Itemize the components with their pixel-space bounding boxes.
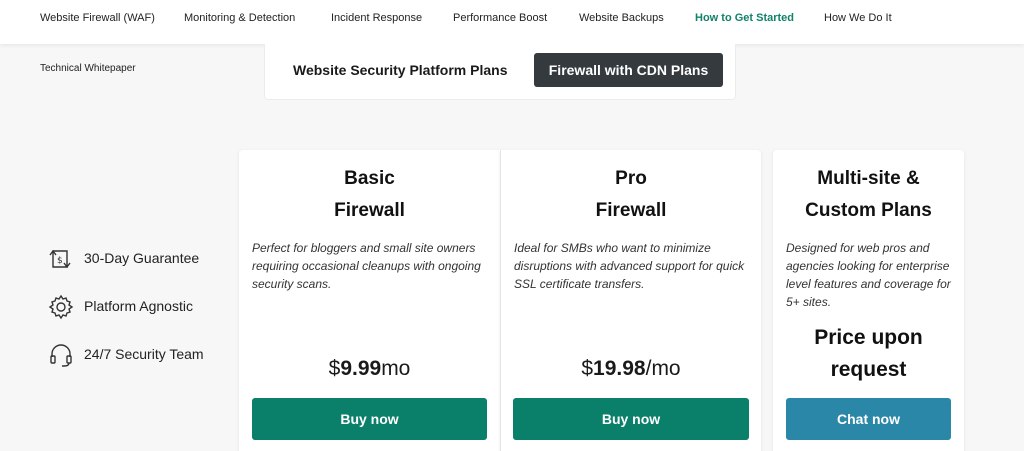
- plan-card-basic-firewall: Basic Firewall Perfect for bloggers and …: [239, 150, 500, 451]
- plan-title-line2: Firewall: [595, 200, 667, 221]
- plan-title-line2: Firewall: [334, 200, 405, 221]
- nav-item-how-to-get-started[interactable]: How to Get Started: [695, 12, 794, 24]
- buy-now-button[interactable]: Buy now: [252, 398, 487, 440]
- plan-description: Designed for web pros and agencies looki…: [786, 241, 951, 309]
- plan-title: Basic Firewall: [239, 163, 500, 227]
- tab-website-security-platform-plans[interactable]: Website Security Platform Plans: [293, 62, 507, 78]
- plan-type-toggle: Website Security Platform Plans Firewall…: [264, 44, 736, 100]
- buy-now-button[interactable]: Buy now: [513, 398, 749, 440]
- nav-item-website-firewall[interactable]: Website Firewall (WAF): [40, 12, 155, 24]
- plan-description: Ideal for SMBs who want to minimize disr…: [514, 241, 745, 291]
- plan-title-line2: Custom Plans: [805, 200, 932, 221]
- plan-title: Multi-site & Custom Plans: [773, 163, 964, 227]
- nav-item-monitoring-detection[interactable]: Monitoring & Detection: [184, 12, 295, 24]
- price-line2: request: [830, 358, 907, 381]
- plan-price: $19.98/mo: [501, 357, 761, 381]
- nav-item-how-we-do-it[interactable]: How We Do It: [824, 12, 892, 24]
- feature-label: 24/7 Security Team: [84, 346, 204, 362]
- svg-text:$: $: [57, 256, 63, 266]
- nav-item-website-backups[interactable]: Website Backups: [579, 12, 664, 24]
- gear-icon: [48, 294, 74, 320]
- plan-title: Pro Firewall: [501, 163, 761, 227]
- feature-item: Platform Agnostic: [48, 294, 228, 320]
- headset-icon: [48, 342, 74, 368]
- price-currency: $: [581, 357, 594, 380]
- plan-title-line1: Multi-site &: [817, 168, 920, 189]
- plan-price: Price upon request: [773, 322, 964, 386]
- price-amount: 9.99: [340, 357, 382, 380]
- feature-item: 24/7 Security Team: [48, 342, 228, 368]
- chat-now-button[interactable]: Chat now: [786, 398, 951, 440]
- price-currency: $: [328, 357, 341, 380]
- plan-card-pro-firewall: Pro Firewall Ideal for SMBs who want to …: [500, 150, 761, 451]
- plan-card-multi-site-custom: Multi-site & Custom Plans Designed for w…: [773, 150, 964, 451]
- money-back-icon: $: [48, 246, 74, 272]
- top-navigation: Website Firewall (WAF) Monitoring & Dete…: [0, 0, 1024, 44]
- plan-title-line1: Basic: [344, 168, 395, 189]
- plan-price: $9.99mo: [239, 357, 500, 381]
- nav-item-incident-response[interactable]: Incident Response: [331, 12, 422, 24]
- price-amount: 19.98: [593, 357, 646, 380]
- feature-label: 30-Day Guarantee: [84, 250, 200, 266]
- feature-label: Platform Agnostic: [84, 298, 193, 314]
- price-line1: Price upon: [814, 326, 923, 349]
- feature-item: $ 30-Day Guarantee: [48, 246, 228, 272]
- price-period: mo: [381, 357, 411, 380]
- plan-title-line1: Pro: [615, 168, 647, 189]
- price-period: /mo: [645, 357, 681, 380]
- nav-item-performance-boost[interactable]: Performance Boost: [453, 12, 547, 24]
- tab-firewall-with-cdn-plans[interactable]: Firewall with CDN Plans: [534, 53, 723, 87]
- nav-item-technical-whitepaper[interactable]: Technical Whitepaper: [40, 63, 136, 74]
- plan-description: Perfect for bloggers and small site owne…: [252, 241, 481, 291]
